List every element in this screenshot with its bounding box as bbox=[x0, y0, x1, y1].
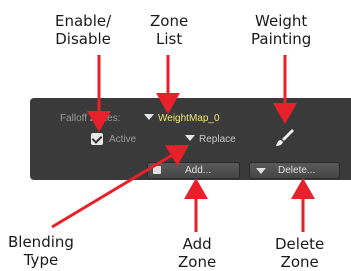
add-zone-button[interactable]: Add... bbox=[147, 162, 240, 179]
add-button-label: Add... bbox=[185, 165, 212, 176]
paint-brush-icon[interactable] bbox=[272, 126, 296, 150]
triangle-down-icon bbox=[185, 135, 195, 141]
callout-delete-zone: Delete Zone bbox=[275, 235, 325, 271]
zone-list-value: WeightMap_0 bbox=[158, 113, 220, 124]
callout-zone-list: Zone List bbox=[150, 12, 189, 48]
callout-blending-type: Blending Type bbox=[8, 233, 74, 269]
delete-button-label: Delete... bbox=[278, 165, 316, 176]
blending-type-value: Replace bbox=[199, 134, 236, 145]
add-zone-icon bbox=[153, 166, 161, 174]
active-label: Active bbox=[109, 134, 137, 145]
triangle-down-icon bbox=[256, 168, 266, 174]
callout-add-zone: Add Zone bbox=[178, 235, 217, 271]
falloff-zones-label: Falloff Zones: bbox=[60, 113, 121, 124]
blending-type-dropdown[interactable]: Replace bbox=[185, 134, 236, 145]
triangle-down-icon bbox=[144, 114, 154, 120]
callout-enable-disable: Enable/ Disable bbox=[55, 12, 112, 48]
zone-list-dropdown[interactable]: WeightMap_0 bbox=[144, 113, 220, 124]
callout-weight-painting: Weight Painting bbox=[251, 12, 312, 48]
delete-zone-button[interactable]: Delete... bbox=[249, 162, 340, 179]
active-checkbox[interactable] bbox=[91, 133, 103, 145]
